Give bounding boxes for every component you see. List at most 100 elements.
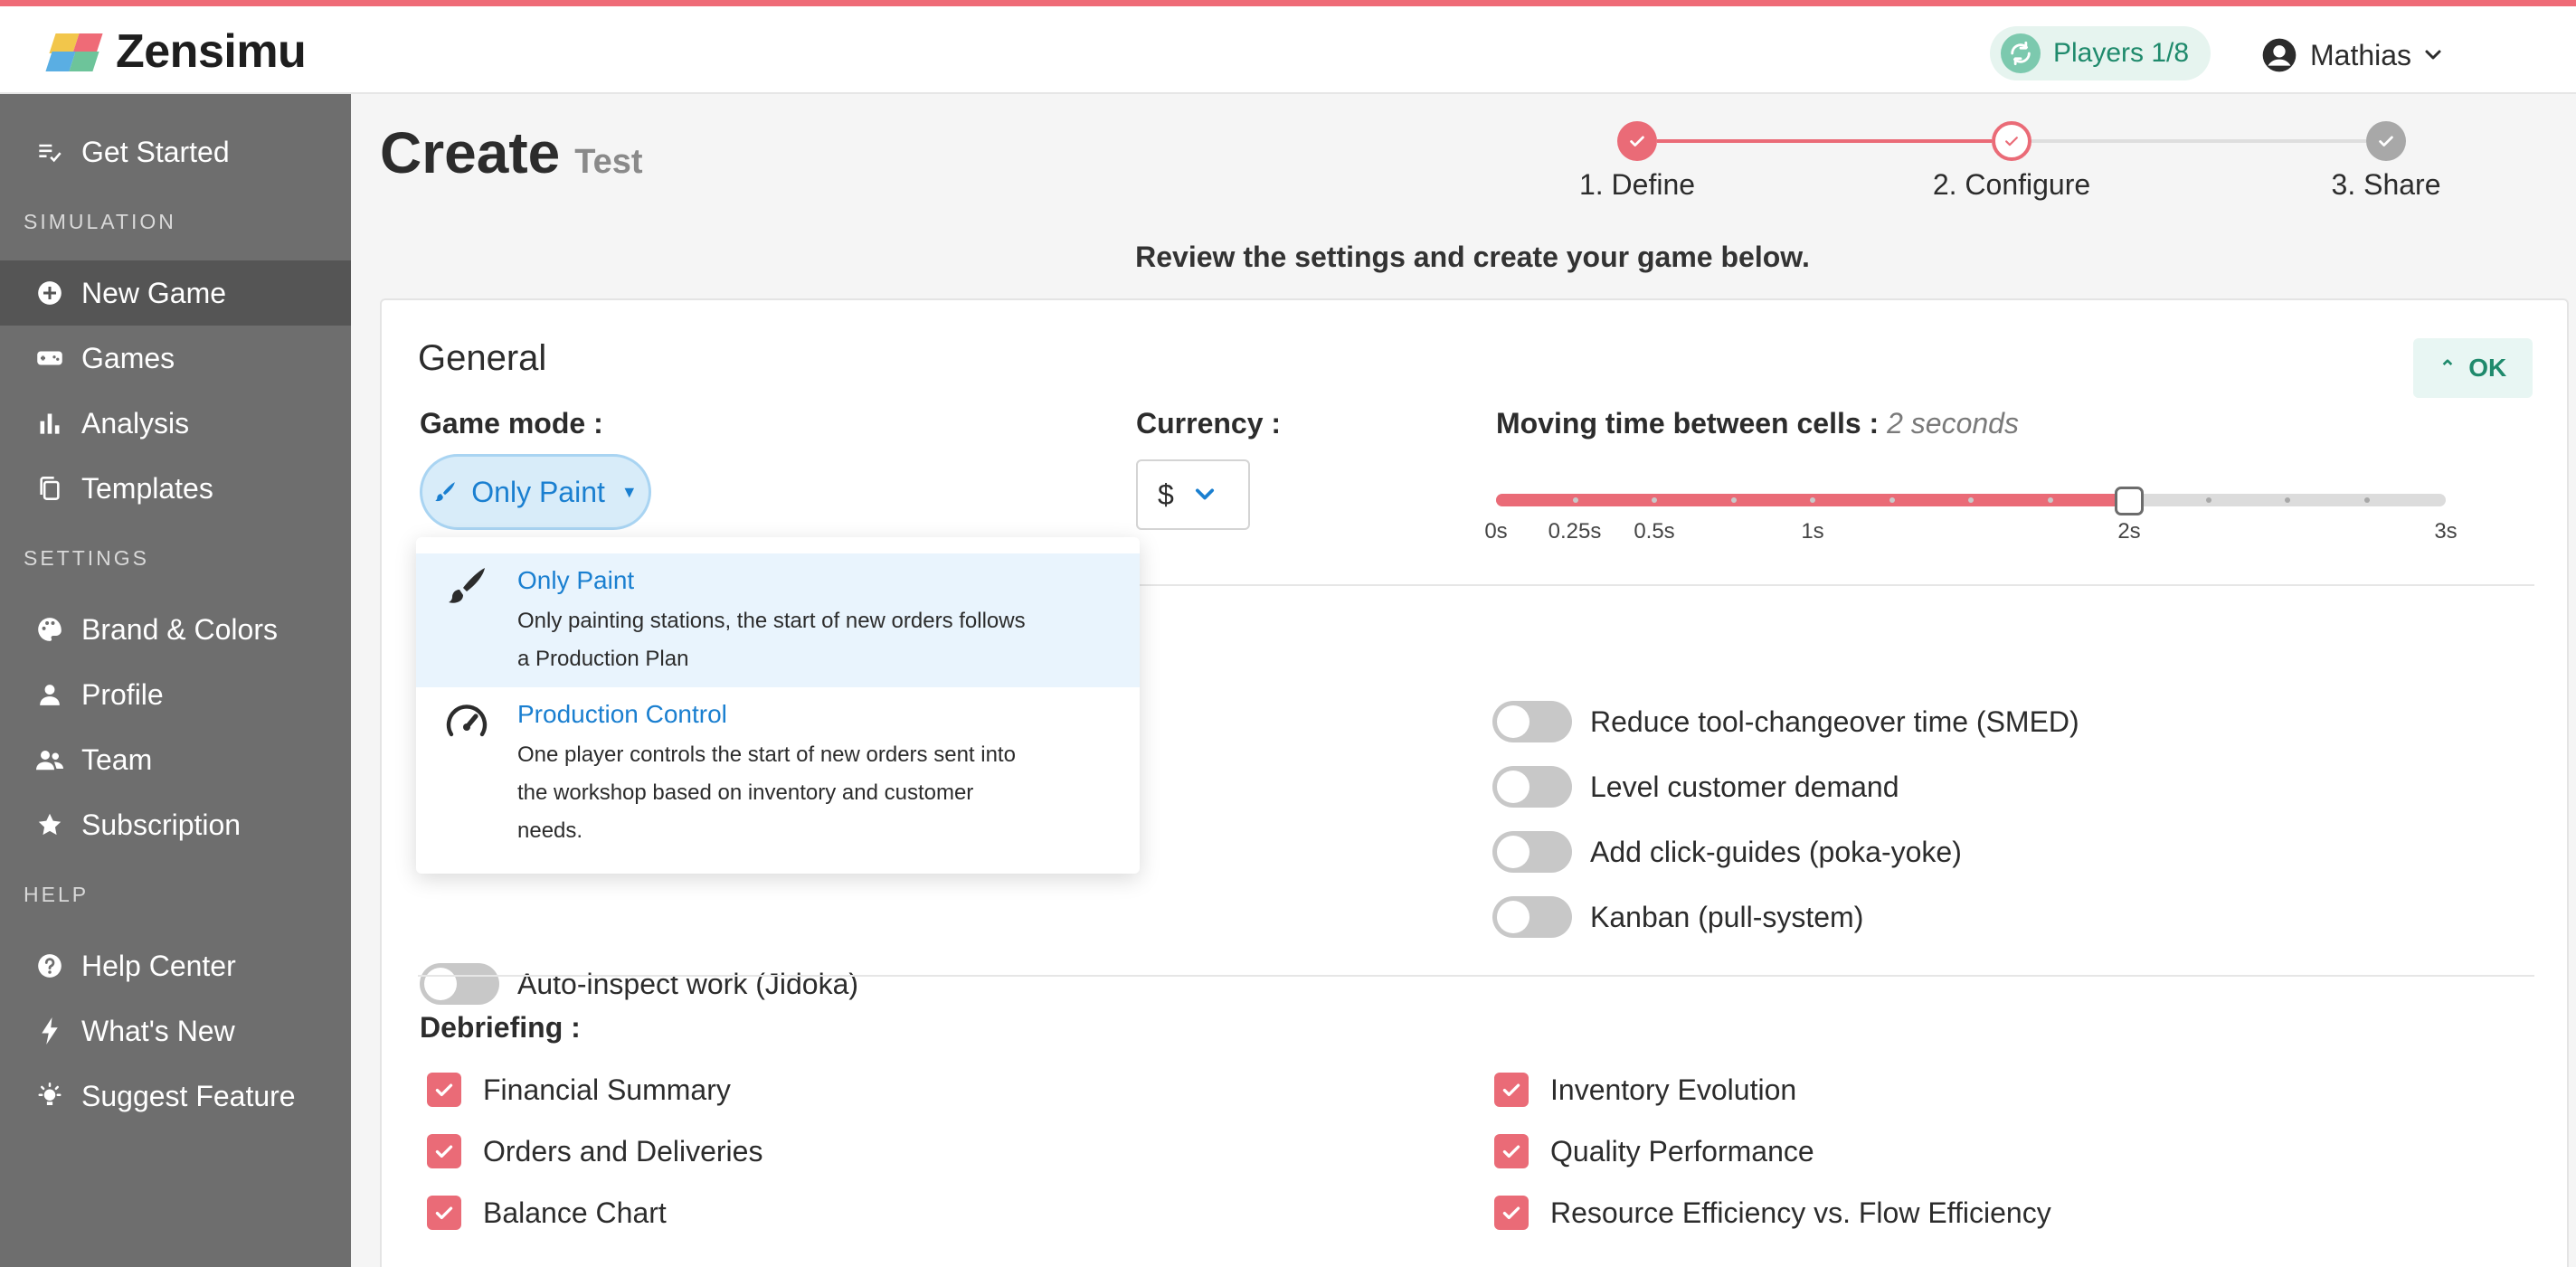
sidebar-section-simulation: SIMULATION <box>24 210 176 233</box>
toggle-switch[interactable] <box>1492 896 1572 938</box>
star-icon <box>34 809 65 840</box>
sidebar-item-team[interactable]: Team <box>0 727 351 792</box>
toggle-reduce-changeover-smed[interactable]: Reduce tool-changeover time (SMED) <box>1492 698 2079 745</box>
slider-step-dot <box>1652 497 1657 503</box>
players-badge[interactable]: Players 1/8 <box>1990 26 2211 80</box>
slider-step-dot <box>2364 497 2370 503</box>
sidebar-item-templates[interactable]: Templates <box>0 456 351 521</box>
zensimu-logo[interactable]: Zensimu <box>45 24 307 79</box>
checkbox-checked-icon[interactable] <box>1494 1196 1529 1230</box>
slider-step-dot <box>1810 497 1815 503</box>
toggle-kanban-pull-system[interactable]: Kanban (pull-system) <box>1492 894 1863 941</box>
step-configure-label: 2. Configure <box>1932 168 2091 201</box>
general-heading: General <box>418 338 547 378</box>
option-description: One player controls the start of new ord… <box>517 742 1016 843</box>
speedometer-icon <box>446 704 488 737</box>
check-balance-chart[interactable]: Balance Chart <box>427 1192 667 1234</box>
step-share-check-icon[interactable] <box>2366 121 2406 161</box>
slider-tick-05s: 0.5s <box>1634 519 1675 544</box>
toggle-switch[interactable] <box>1492 766 1572 808</box>
sidebar-section-help: HELP <box>24 883 90 906</box>
game-mode-dropdown[interactable]: Only Paint ▼ <box>420 454 651 530</box>
review-instructions: Review the settings and create your game… <box>1135 241 1810 273</box>
paintbrush-icon <box>449 568 485 603</box>
checkbox-checked-icon[interactable] <box>427 1196 461 1230</box>
toggle-switch[interactable] <box>1492 831 1572 873</box>
players-count: Players 1/8 <box>2053 38 2190 68</box>
check-orders-deliveries[interactable]: Orders and Deliveries <box>427 1130 762 1172</box>
sidebar-item-games[interactable]: Games <box>0 326 351 391</box>
game-mode-option-production-control[interactable]: Production Control One player controls t… <box>416 687 1140 865</box>
sidebar-item-help-center[interactable]: Help Center <box>0 933 351 998</box>
check-resource-vs-flow-efficiency[interactable]: Resource Efficiency vs. Flow Efficiency <box>1494 1192 2051 1234</box>
slider-handle[interactable] <box>2115 487 2144 515</box>
moving-time-slider[interactable]: 0s 0.25s 0.5s 1s 2s 3s <box>1484 477 2458 550</box>
check-inventory-evolution[interactable]: Inventory Evolution <box>1494 1069 1796 1111</box>
question-circle-icon <box>34 950 65 981</box>
moving-time-value: 2 seconds <box>1887 407 2019 440</box>
lightbulb-icon <box>34 1081 65 1111</box>
check-quality-performance[interactable]: Quality Performance <box>1494 1130 1814 1172</box>
bolt-icon <box>34 1016 65 1046</box>
sidebar-item-new-game[interactable]: New Game <box>0 260 351 326</box>
stepper-line-done <box>1657 139 1992 143</box>
slider-step-dot <box>1573 497 1578 503</box>
toggle-switch[interactable] <box>420 963 499 1005</box>
user-avatar-icon <box>2262 38 2297 72</box>
option-title: Production Control <box>517 700 727 728</box>
step-configure-check-icon[interactable] <box>1992 121 2031 161</box>
step-define-label: 1. Define <box>1578 168 1696 201</box>
currency-dropdown[interactable]: $ <box>1136 459 1250 530</box>
slider-step-dot <box>2285 497 2290 503</box>
step-share-label: 3. Share <box>2331 168 2441 201</box>
players-sync-icon <box>2001 33 2041 73</box>
slider-tick-0s: 0s <box>1484 519 1508 544</box>
debriefing-label: Debriefing : <box>420 1011 581 1044</box>
slider-step-dot <box>2206 497 2211 503</box>
game-mode-menu: Only Paint Only painting stations, the s… <box>416 537 1140 874</box>
person-icon <box>34 679 65 710</box>
check-financial-summary[interactable]: Financial Summary <box>427 1069 731 1111</box>
divider-options <box>418 975 2534 977</box>
checkbox-checked-icon[interactable] <box>427 1073 461 1107</box>
slider-tick-2s: 2s <box>2117 519 2141 544</box>
game-mode-option-only-paint[interactable]: Only Paint Only painting stations, the s… <box>416 553 1140 687</box>
currency-value: $ <box>1158 477 1174 511</box>
logo-text: Zensimu <box>116 25 307 78</box>
step-define-check-icon[interactable] <box>1617 121 1657 161</box>
chevron-down-icon <box>1195 488 1214 500</box>
slider-step-dot <box>1968 497 1974 503</box>
user-name: Mathias <box>2310 38 2412 71</box>
gamepad-icon <box>34 343 65 373</box>
ok-collapse-button[interactable]: ⌃ OK <box>2413 338 2533 398</box>
logo-mark-icon <box>45 32 105 71</box>
slider-step-dot <box>1731 497 1737 503</box>
sidebar-item-whats-new[interactable]: What's New <box>0 998 351 1064</box>
toggle-click-guides-poka-yoke[interactable]: Add click-guides (poka-yoke) <box>1492 828 1962 875</box>
slider-step-dot <box>2048 497 2053 503</box>
sidebar-item-suggest-feature[interactable]: Suggest Feature <box>0 1064 351 1129</box>
user-menu[interactable]: Mathias <box>2261 30 2444 80</box>
top-bar: Zensimu Players 1/8 Mathias <box>0 0 2576 94</box>
option-description: Only painting stations, the start of new… <box>517 609 1026 671</box>
sidebar-item-brand-colors[interactable]: Brand & Colors <box>0 597 351 662</box>
progress-stepper: 1. Define 2. Configure 3. Share <box>1579 121 2522 212</box>
checkbox-checked-icon[interactable] <box>1494 1073 1529 1107</box>
game-mode-label: Game mode : <box>420 407 603 440</box>
moving-time-label: Moving time between cells : 2 seconds <box>1496 407 2019 440</box>
currency-label: Currency : <box>1136 407 1282 440</box>
paintbrush-icon <box>435 482 456 502</box>
checkbox-checked-icon[interactable] <box>427 1134 461 1168</box>
page-title-main: Create <box>380 120 561 185</box>
sidebar-item-profile[interactable]: Profile <box>0 662 351 727</box>
sidebar-item-get-started[interactable]: Get Started <box>0 119 351 184</box>
toggle-auto-inspect-jidoka[interactable]: Auto-inspect work (Jidoka) <box>420 960 858 1007</box>
checkbox-checked-icon[interactable] <box>1494 1134 1529 1168</box>
toggle-switch[interactable] <box>1492 701 1572 742</box>
people-icon <box>34 744 65 775</box>
copy-icon <box>34 473 65 504</box>
sidebar-item-subscription[interactable]: Subscription <box>0 792 351 857</box>
toggle-level-customer-demand[interactable]: Level customer demand <box>1492 763 1899 810</box>
sidebar-item-analysis[interactable]: Analysis <box>0 391 351 456</box>
checklist-icon <box>34 137 65 167</box>
